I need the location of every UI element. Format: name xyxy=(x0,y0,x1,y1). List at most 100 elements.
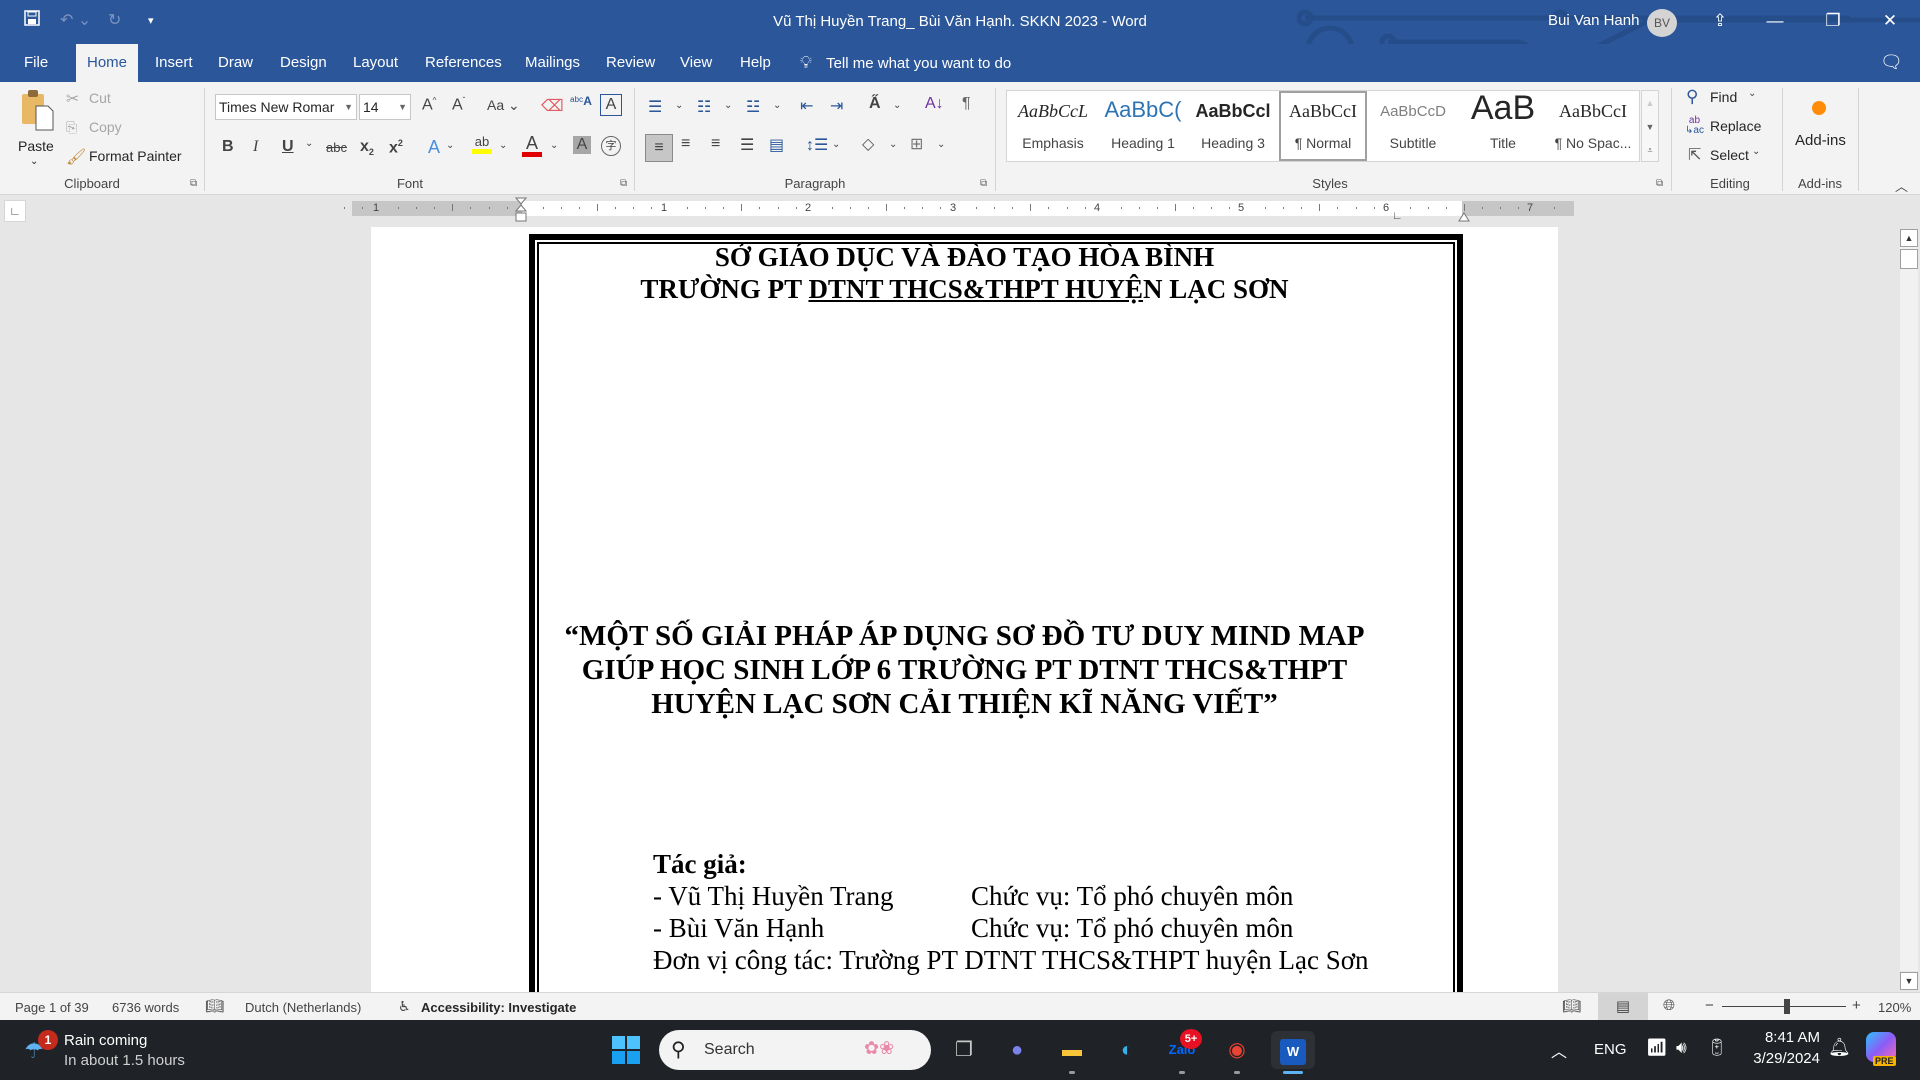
tab-mailings[interactable]: Mailings xyxy=(515,44,590,82)
ruler[interactable] xyxy=(822,201,1462,216)
chevron-down-icon[interactable]: ⌄ xyxy=(305,138,313,149)
italic-icon[interactable]: I xyxy=(253,138,258,156)
tab-selector[interactable]: ∟ xyxy=(4,200,26,222)
collapse-ribbon-icon[interactable]: ︿ xyxy=(1895,176,1908,195)
numbering-icon[interactable]: ☷ xyxy=(697,97,711,117)
tab-references[interactable]: References xyxy=(415,44,512,82)
comments-icon[interactable]: 🗨︎ xyxy=(1880,52,1903,73)
show-hidden-icons-icon[interactable]: ︿ xyxy=(1551,1038,1567,1062)
select-button[interactable]: Select xyxy=(1710,147,1749,163)
highlight-icon[interactable]: ab xyxy=(472,134,492,154)
scroll-down-icon[interactable]: ▼ xyxy=(1900,972,1918,990)
proofing-icon[interactable]: 📖︎ xyxy=(205,997,224,1015)
chevron-down-icon[interactable]: ⌄ xyxy=(937,139,945,150)
chevron-down-icon[interactable]: ⌄ xyxy=(893,100,901,111)
addins-button[interactable]: Add-ins xyxy=(1795,132,1846,149)
style-normal[interactable]: AaBbCcI ¶ Normal xyxy=(1279,91,1367,161)
style-heading-3[interactable]: AaBbCcl Heading 3 xyxy=(1189,91,1277,161)
chevron-down-icon[interactable]: ⌄ xyxy=(773,100,781,111)
chevron-down-icon[interactable]: ⌄ xyxy=(1748,88,1756,99)
font-launcher-icon[interactable]: ⧉ xyxy=(620,178,627,189)
style-emphasis[interactable]: AaBbCcL Emphasis xyxy=(1009,91,1097,161)
distributed-icon[interactable]: ▤ xyxy=(769,135,784,155)
superscript-icon[interactable]: x2 xyxy=(389,138,403,157)
tab-home[interactable]: Home xyxy=(76,44,138,82)
align-right-icon[interactable]: ≡ xyxy=(711,135,720,153)
battery-icon[interactable]: 🔋︎ xyxy=(1706,1038,1728,1058)
align-left-icon[interactable]: ≡ xyxy=(645,134,673,162)
zoom-slider-thumb[interactable] xyxy=(1784,999,1790,1014)
clipboard-launcher-icon[interactable]: ⧉ xyxy=(190,178,197,189)
chevron-down-icon[interactable]: ⌄ xyxy=(724,100,732,111)
sort-icon[interactable]: A↓ xyxy=(925,95,944,113)
user-name[interactable]: Bui Van Hanh xyxy=(1548,12,1639,29)
text-effects-icon[interactable]: A xyxy=(428,137,440,158)
read-mode-icon[interactable]: 📖︎ xyxy=(1562,997,1581,1015)
avatar[interactable]: BV xyxy=(1647,9,1677,37)
zoom-level[interactable]: 120% xyxy=(1878,1000,1911,1015)
edge-icon[interactable]: ◐ xyxy=(1108,1031,1146,1069)
tab-file[interactable]: File xyxy=(14,44,58,82)
chevron-down-icon[interactable]: ⌄ xyxy=(1752,146,1760,157)
clear-formatting-icon[interactable]: ⌫ xyxy=(541,96,564,116)
asian-layout-icon[interactable]: A̋ xyxy=(869,95,881,113)
paste-dropdown-icon[interactable]: ⌄ xyxy=(30,156,38,167)
chevron-down-icon[interactable]: ⌄ xyxy=(499,140,507,151)
indent-marker[interactable] xyxy=(514,197,528,223)
weather-widget[interactable]: ☂︎ 1 Rain coming In about 1.5 hours xyxy=(20,1030,200,1072)
wifi-icon[interactable]: 📶︎ xyxy=(1646,1038,1668,1058)
chevron-down-icon[interactable]: ⌄ xyxy=(446,140,454,151)
chevron-down-icon[interactable]: ⌄ xyxy=(889,139,897,150)
chevron-down-icon[interactable]: ⌄ xyxy=(832,139,840,150)
character-border-icon[interactable]: A xyxy=(600,94,622,116)
meet-icon[interactable]: ● xyxy=(998,1031,1036,1069)
increase-indent-icon[interactable]: ⇥ xyxy=(830,96,843,116)
show-formatting-marks-icon[interactable]: ¶ xyxy=(962,95,971,113)
bullets-icon[interactable]: ☰ xyxy=(648,97,662,117)
strikethrough-icon[interactable]: abc xyxy=(326,140,347,155)
tab-draw[interactable]: Draw xyxy=(208,44,263,82)
scroll-up-icon[interactable]: ▲ xyxy=(1642,91,1658,115)
start-button[interactable] xyxy=(607,1031,645,1069)
clock-date[interactable]: 3/29/2024 xyxy=(1740,1050,1820,1067)
tab-stop-marker[interactable]: ∟ xyxy=(1392,210,1403,222)
line-spacing-icon[interactable]: ↕☰ xyxy=(806,135,828,155)
styles-launcher-icon[interactable]: ⧉ xyxy=(1656,178,1663,189)
bold-icon[interactable]: B xyxy=(222,138,234,156)
ribbon-display-icon[interactable]: ⇪ xyxy=(1700,6,1740,36)
font-name-combo[interactable]: Times New Romar ▼ xyxy=(215,94,357,120)
web-layout-icon[interactable]: 🌐︎ xyxy=(1663,997,1675,1014)
font-size-combo[interactable]: 14 ▼ xyxy=(359,94,411,120)
file-explorer-icon[interactable]: ▬ xyxy=(1053,1031,1091,1069)
clock-time[interactable]: 8:41 AM xyxy=(1750,1029,1820,1046)
tab-help[interactable]: Help xyxy=(730,44,781,82)
right-indent-marker[interactable] xyxy=(1458,209,1470,222)
style-no-spacing[interactable]: AaBbCcI ¶ No Spac... xyxy=(1549,91,1637,161)
page-count[interactable]: Page 1 of 39 xyxy=(15,1000,89,1015)
tab-layout[interactable]: Layout xyxy=(343,44,408,82)
style-heading-1[interactable]: AaBbC( Heading 1 xyxy=(1099,91,1187,161)
scroll-up-icon[interactable]: ▲ xyxy=(1900,229,1918,247)
grow-font-icon[interactable]: A^ xyxy=(422,96,436,114)
restore-icon[interactable]: ❐ xyxy=(1813,6,1853,36)
paste-button[interactable]: Paste ⌄ xyxy=(16,88,56,168)
word-taskbar-icon[interactable]: W xyxy=(1271,1031,1315,1069)
change-case-button[interactable]: Aa ⌄ xyxy=(487,97,520,114)
minimize-icon[interactable]: — xyxy=(1755,6,1795,36)
zoom-out-button[interactable]: − xyxy=(1705,997,1714,1014)
document-page[interactable]: SỞ GIÁO DỤC VÀ ĐÀO TẠO HÒA BÌNH TRƯỜNG P… xyxy=(371,227,1558,992)
task-view-icon[interactable]: ❐ xyxy=(945,1031,983,1069)
tab-review[interactable]: Review xyxy=(596,44,665,82)
tab-view[interactable]: View xyxy=(670,44,722,82)
ruler[interactable] xyxy=(522,201,822,216)
copy-button[interactable]: Copy xyxy=(89,119,122,135)
subscript-icon[interactable]: x2 xyxy=(360,138,374,157)
multilevel-list-icon[interactable]: ☳ xyxy=(746,97,760,117)
character-shading-icon[interactable]: A xyxy=(573,136,591,154)
cut-button[interactable]: Cut xyxy=(89,90,111,106)
borders-icon[interactable]: ⊞ xyxy=(910,134,923,154)
style-subtitle[interactable]: AaBbCcD Subtitle xyxy=(1369,91,1457,161)
shading-icon[interactable]: ◇ xyxy=(862,134,874,154)
more-styles-icon[interactable]: ⩡ xyxy=(1642,139,1658,161)
tab-design[interactable]: Design xyxy=(270,44,337,82)
